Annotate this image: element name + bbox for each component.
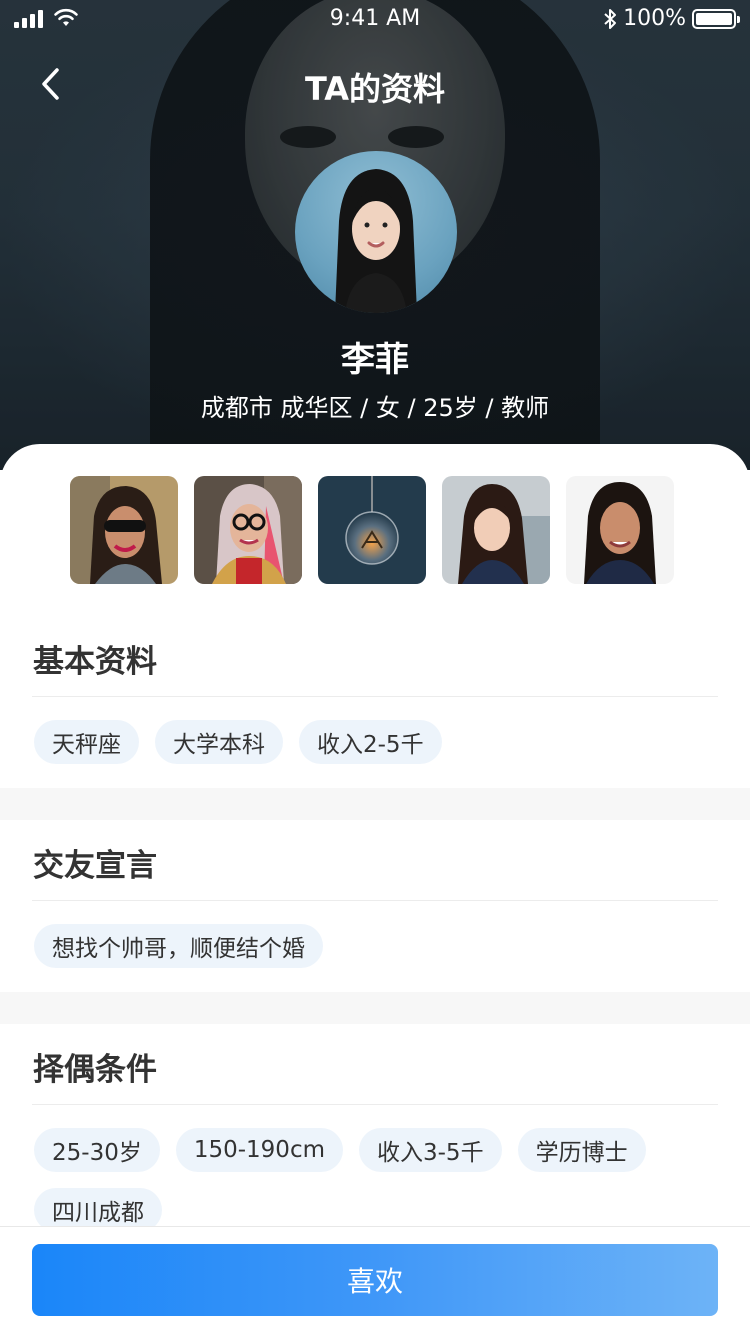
gallery-photo[interactable] (442, 476, 550, 584)
basic-info-tags: 天秤座 大学本科 收入2-5千 (34, 720, 724, 764)
profile-name: 李菲 (341, 340, 409, 380)
tag-education-level[interactable]: 学历博士 (517, 1128, 646, 1172)
page-title: TA的资料 (304, 70, 446, 108)
tag-income[interactable]: 收入2-5千 (299, 720, 442, 764)
gallery-photo[interactable] (70, 476, 178, 584)
section-title-basic-info: 基本资料 (33, 644, 157, 680)
partner-criteria-tags: 25-30岁 150-190cm 收入3-5千 学历博士 四川成都 (34, 1128, 724, 1232)
section-title-declaration: 交友宣言 (33, 848, 157, 884)
section-separator (0, 788, 750, 820)
gallery-photo[interactable] (318, 476, 426, 584)
declaration-tags: 想找个帅哥，顺便结个婚 (34, 924, 724, 968)
divider (32, 696, 718, 697)
gallery-photo[interactable] (194, 476, 302, 584)
status-bar: 9:41 AM 100% (0, 0, 750, 40)
footer-divider (0, 1226, 750, 1227)
section-separator (0, 992, 750, 1024)
divider (32, 900, 718, 901)
battery-icon (692, 8, 740, 29)
tag-height-range[interactable]: 150-190cm (175, 1128, 343, 1172)
section-title-partner-criteria: 择偶条件 (33, 1052, 157, 1088)
gallery-photo[interactable] (566, 476, 674, 584)
bluetooth-icon (604, 8, 617, 29)
tag-income-range[interactable]: 收入3-5千 (359, 1128, 502, 1172)
battery-percent: 100% (623, 6, 686, 31)
like-button[interactable]: 喜欢 (32, 1244, 718, 1316)
tag-declaration[interactable]: 想找个帅哥，顺便结个婚 (34, 924, 323, 968)
tag-education[interactable]: 大学本科 (155, 720, 283, 764)
divider (32, 1104, 718, 1105)
profile-info: 成都市 成华区 / 女 / 25岁 / 教师 (200, 394, 550, 422)
photo-gallery (70, 476, 674, 584)
tag-age-range[interactable]: 25-30岁 (34, 1128, 160, 1172)
tag-zodiac[interactable]: 天秤座 (34, 720, 139, 764)
profile-avatar[interactable] (295, 151, 457, 313)
